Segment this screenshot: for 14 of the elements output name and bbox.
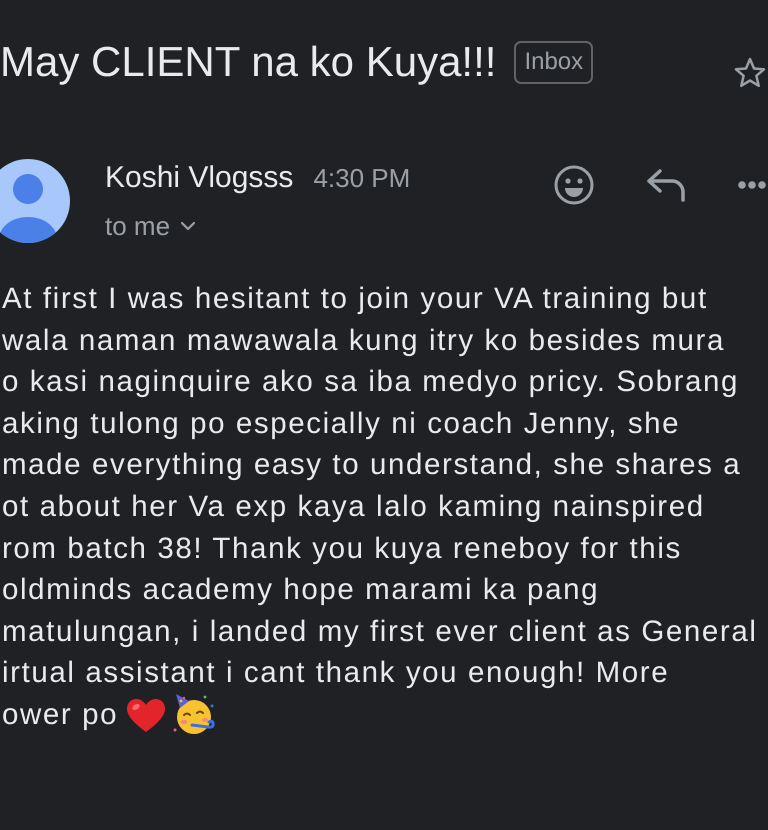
chevron-down-icon [180,221,196,231]
recipient-toggle[interactable]: to me [105,208,196,244]
email-subject: May CLIENT na ko Kuya!!! [0,37,496,87]
party-face-icon [172,692,216,736]
inbox-label[interactable]: Inbox [514,40,594,84]
more-icon[interactable] [738,181,766,189]
smiley-icon[interactable] [554,165,594,205]
heart-icon [126,698,166,734]
star-icon[interactable] [734,56,766,88]
sender-name: Koshi Vlogsss [105,160,294,196]
avatar-icon [0,159,70,243]
message-closing-line: ower po [2,696,118,733]
sent-time: 4:30 PM [313,162,410,195]
reply-icon[interactable] [646,168,686,202]
